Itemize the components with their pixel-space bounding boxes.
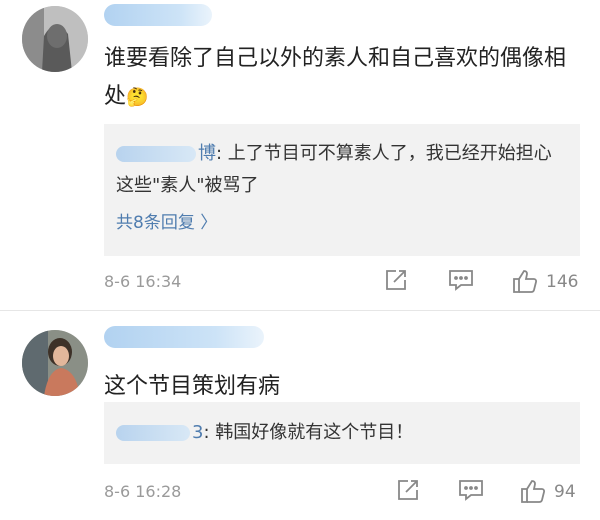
reply-box[interactable]: 3: 韩国好像就有这个节目！ (104, 402, 580, 464)
like-icon (521, 480, 546, 503)
thinking-emoji-icon: 🤔 (126, 87, 149, 108)
comment-timestamp: 8-6 16:34 (104, 272, 182, 291)
comment-button[interactable] (458, 478, 484, 502)
comment-icon (459, 480, 483, 501)
share-button[interactable] (396, 478, 420, 502)
share-icon (398, 480, 418, 500)
comment-text: 谁要看除了自己以外的素人和自己喜欢的偶像相处🤔 (104, 46, 567, 109)
username-blurred[interactable] (104, 326, 264, 348)
like-icon (513, 270, 538, 293)
share-button[interactable] (384, 268, 408, 292)
reply-text: 韩国好像就有这个节目！ (215, 422, 414, 443)
more-replies-link[interactable]: 共8条回复 〉 (116, 208, 217, 238)
like-button[interactable]: 146 (512, 268, 578, 294)
comment-divider (0, 310, 600, 311)
like-button[interactable]: 94 (520, 478, 576, 504)
reply-item: 博: 上了节目可不算素人了，我已经开始担心这些"素人"被骂了 (116, 143, 552, 196)
username-blurred[interactable] (104, 4, 212, 26)
comment-text: 这个节目策划有病 (104, 374, 281, 399)
avatar[interactable] (22, 330, 88, 396)
reply-author-blurred (116, 146, 196, 162)
like-count: 146 (546, 272, 579, 292)
share-icon (386, 270, 406, 290)
reply-author[interactable]: 博 (116, 143, 216, 164)
reply-box[interactable]: 博: 上了节目可不算素人了，我已经开始担心这些"素人"被骂了 共8条回复 〉 (104, 124, 580, 256)
comment-button[interactable] (448, 268, 474, 292)
reply-author-blurred (116, 425, 190, 441)
reply-item: 3: 韩国好像就有这个节目！ (116, 417, 566, 449)
comment-timestamp: 8-6 16:28 (104, 482, 182, 501)
comment-icon (449, 270, 473, 291)
avatar[interactable] (22, 6, 88, 72)
like-count: 94 (554, 482, 576, 502)
reply-author[interactable]: 3 (116, 422, 203, 443)
comment-item: 谁要看除了自己以外的素人和自己喜欢的偶像相处🤔 博: 上了节目可不算素人了，我已… (0, 0, 600, 310)
